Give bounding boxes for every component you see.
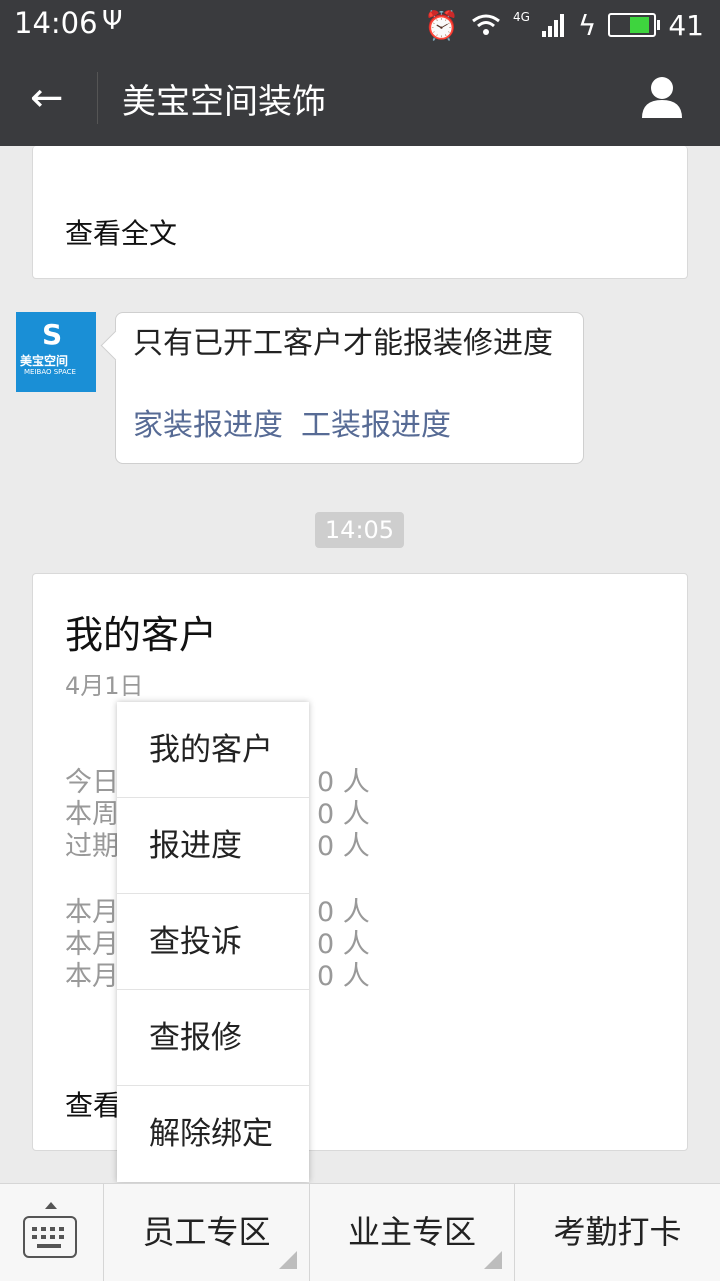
avatar-name-en: MEIBAO SPACE <box>24 368 76 376</box>
attendance-button[interactable]: 考勤打卡 <box>515 1184 720 1281</box>
menu-item-check-complaints[interactable]: 查投诉 <box>117 894 309 990</box>
bubble-links: 家装报进度 工装报进度 <box>133 407 469 445</box>
battery-icon <box>608 13 661 37</box>
submenu-indicator-icon <box>484 1251 502 1269</box>
charging-icon: ϟ <box>577 8 597 42</box>
stat-value: 0 人 <box>317 831 370 862</box>
owner-zone-button[interactable]: 业主专区 <box>310 1184 515 1281</box>
card-title: 我的客户 <box>65 613 218 657</box>
stat-value: 0 人 <box>317 961 370 992</box>
signal-icon: 4G <box>512 10 530 24</box>
page-title: 美宝空间装饰 <box>122 82 326 122</box>
divider <box>97 72 98 124</box>
attendance-label: 考勤打卡 <box>553 1213 682 1251</box>
bubble-message: 只有已开工客户才能报装修进度 <box>133 326 553 361</box>
work-progress-link[interactable]: 工装报进度 <box>301 408 451 443</box>
arrow-up-icon <box>45 1202 57 1209</box>
status-bar: 14:06 Ψ ⏰ 4G ϟ 41 <box>0 0 720 50</box>
stat-label: 本月 <box>65 961 119 992</box>
wifi-icon <box>472 14 500 35</box>
chat-bubble: 只有已开工客户才能报装修进度 家装报进度 工装报进度 <box>115 312 584 464</box>
bottom-menu-bar: 员工专区 业主专区 考勤打卡 <box>0 1183 720 1281</box>
menu-item-unbind[interactable]: 解除绑定 <box>117 1086 309 1182</box>
popup-menu: 我的客户 报进度 查投诉 查报修 解除绑定 <box>117 702 309 1182</box>
read-more-link[interactable]: 查看 <box>65 1084 121 1124</box>
message-timestamp: 14:05 <box>315 512 404 548</box>
back-arrow-icon[interactable]: ← <box>30 74 70 122</box>
home-progress-link[interactable]: 家装报进度 <box>133 408 283 443</box>
avatar-name-cn: 美宝空间 <box>20 354 69 368</box>
staff-zone-button[interactable]: 员工专区 <box>104 1184 310 1281</box>
official-account-avatar[interactable]: S 美宝空间 MEIBAO SPACE <box>16 312 96 392</box>
owner-zone-label: 业主专区 <box>347 1213 476 1251</box>
user-profile-icon[interactable] <box>638 72 686 120</box>
keyboard-icon <box>23 1216 77 1258</box>
menu-item-check-repairs[interactable]: 查报修 <box>117 990 309 1086</box>
menu-item-report-progress[interactable]: 报进度 <box>117 798 309 894</box>
logo-icon: S <box>42 318 63 351</box>
status-icons: ⏰ 4G ϟ 41 <box>424 6 704 44</box>
submenu-indicator-icon <box>279 1251 297 1269</box>
status-time: 14:06 <box>14 6 98 40</box>
alarm-icon: ⏰ <box>424 8 459 42</box>
stat-label: 过期 <box>65 831 119 862</box>
card-date: 4月1日 <box>65 672 144 700</box>
usb-icon: Ψ <box>102 6 123 36</box>
battery-level: 41 <box>668 8 704 42</box>
title-bar: ← 美宝空间装饰 <box>0 50 720 146</box>
read-full-text-link[interactable]: 查看全文 <box>65 212 177 252</box>
article-card[interactable]: 查看全文 <box>32 146 688 279</box>
signal-bars-icon <box>541 14 564 37</box>
menu-item-my-customers[interactable]: 我的客户 <box>117 702 309 798</box>
keyboard-toggle-button[interactable] <box>0 1184 104 1281</box>
staff-zone-label: 员工专区 <box>142 1213 271 1251</box>
